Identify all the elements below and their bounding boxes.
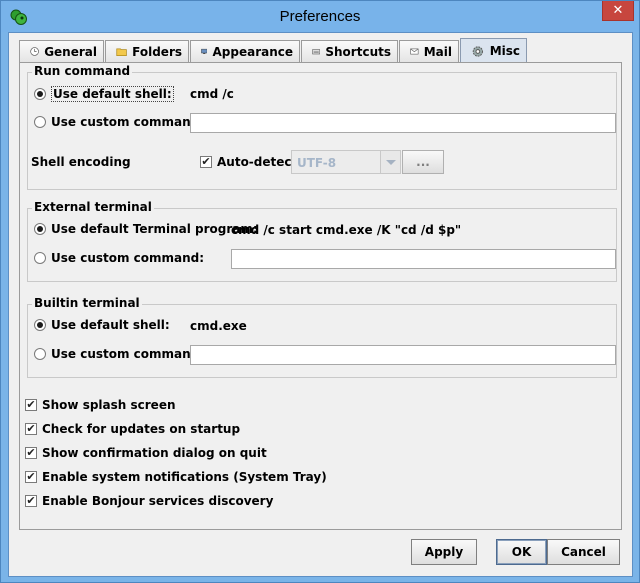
close-button[interactable]: ✕: [602, 1, 634, 21]
tab-misc[interactable]: Misc: [460, 38, 527, 63]
radio-button[interactable]: [34, 223, 46, 235]
apply-button[interactable]: Apply: [411, 539, 477, 565]
builtin-custom-command-input[interactable]: [190, 345, 616, 365]
chevron-down-icon[interactable]: [380, 151, 400, 173]
option-label: Use default Terminal program:: [51, 222, 258, 236]
radio-button[interactable]: [34, 116, 46, 128]
builtin-custom-option[interactable]: Use custom command:: [34, 347, 204, 361]
tab-label: Appearance: [212, 44, 293, 59]
tab-mail[interactable]: Mail: [399, 40, 459, 62]
group-title: Builtin terminal: [32, 296, 142, 310]
radio-button[interactable]: [34, 319, 46, 331]
ext-custom-command-input[interactable]: [231, 249, 616, 269]
builtin-default-option[interactable]: Use default shell:: [34, 318, 170, 332]
tab-appearance[interactable]: Appearance: [190, 40, 300, 62]
run-custom-command-input[interactable]: [190, 113, 616, 133]
option-label: Use custom command:: [51, 347, 205, 361]
tab-label: Mail: [423, 44, 452, 59]
run-default-option[interactable]: Use default shell:: [34, 86, 174, 102]
option-label: Enable system notifications (System Tray…: [42, 470, 327, 484]
option-label: Use custom command:: [51, 251, 205, 265]
external-terminal-group: External terminal Use default Terminal p…: [27, 200, 617, 282]
option-system-notifications[interactable]: ✔ Enable system notifications (System Tr…: [25, 470, 327, 484]
tab-folders[interactable]: Folders: [105, 40, 189, 62]
option-label: Use default shell:: [51, 318, 170, 332]
ext-default-option[interactable]: Use default Terminal program:: [34, 222, 258, 236]
option-check-updates[interactable]: ✔ Check for updates on startup: [25, 422, 240, 436]
tab-label: Folders: [132, 44, 182, 59]
misc-tab-panel: Run command Use default shell: cmd /c Us…: [19, 62, 622, 530]
option-label: Use custom command:: [51, 115, 205, 129]
monitor-icon: [201, 48, 208, 54]
radio-button[interactable]: [34, 348, 46, 360]
option-label: Show splash screen: [42, 398, 176, 412]
tab-label: General: [44, 44, 97, 59]
checkbox[interactable]: ✔: [25, 495, 37, 507]
group-title: Run command: [32, 64, 133, 78]
option-confirm-quit[interactable]: ✔ Show confirmation dialog on quit: [25, 446, 267, 460]
checkbox[interactable]: ✔: [200, 156, 212, 168]
checkbox[interactable]: ✔: [25, 399, 37, 411]
tab-shortcuts[interactable]: Shortcuts: [301, 40, 398, 62]
ok-button[interactable]: OK: [496, 539, 547, 565]
encoding-value: UTF-8: [297, 156, 337, 170]
auto-detect-option[interactable]: ✔ Auto-detect: [200, 155, 297, 169]
radio-button[interactable]: [34, 252, 46, 264]
preferences-window: Preferences ✕ General Folders Appearance: [0, 0, 640, 583]
keyboard-icon: [312, 49, 321, 55]
folder-icon: [116, 48, 127, 56]
gear-icon: [472, 45, 483, 57]
tab-label: Shortcuts: [325, 44, 391, 59]
window-title: Preferences: [279, 8, 361, 25]
tab-general[interactable]: General: [19, 40, 104, 62]
option-label: Show confirmation dialog on quit: [42, 446, 267, 460]
radio-button[interactable]: [34, 88, 46, 100]
builtin-default-value: cmd.exe: [190, 319, 247, 333]
title-bar[interactable]: Preferences ✕: [1, 1, 639, 32]
builtin-terminal-group: Builtin terminal Use default shell: cmd.…: [27, 296, 617, 378]
run-custom-option[interactable]: Use custom command:: [34, 115, 204, 129]
checkbox[interactable]: ✔: [25, 471, 37, 483]
option-label: Use default shell:: [51, 86, 174, 102]
run-default-value: cmd /c: [190, 87, 234, 101]
cancel-button[interactable]: Cancel: [547, 539, 620, 565]
option-label: Enable Bonjour services discovery: [42, 494, 274, 508]
ext-custom-option[interactable]: Use custom command:: [34, 251, 204, 265]
shell-encoding-label: Shell encoding: [31, 155, 131, 169]
checkbox[interactable]: ✔: [25, 423, 37, 435]
encoding-browse-button[interactable]: ...: [402, 150, 444, 174]
tab-label: Misc: [489, 44, 520, 58]
option-bonjour-discovery[interactable]: ✔ Enable Bonjour services discovery: [25, 494, 273, 508]
option-label: Check for updates on startup: [42, 422, 241, 436]
encoding-select[interactable]: UTF-8: [291, 150, 401, 174]
dialog-body: General Folders Appearance Shortcuts Mai…: [8, 32, 633, 577]
envelope-icon: [410, 48, 419, 55]
group-title: External terminal: [32, 200, 154, 214]
option-splash-screen[interactable]: ✔ Show splash screen: [25, 398, 176, 412]
ext-default-value: cmd /c start cmd.exe /K "cd /d $p": [231, 223, 462, 237]
checkbox[interactable]: ✔: [25, 447, 37, 459]
run-command-group: Run command Use default shell: cmd /c Us…: [27, 64, 617, 190]
close-icon: ✕: [612, 3, 624, 18]
option-label: Auto-detect: [217, 155, 298, 169]
clock-icon: [30, 47, 39, 56]
